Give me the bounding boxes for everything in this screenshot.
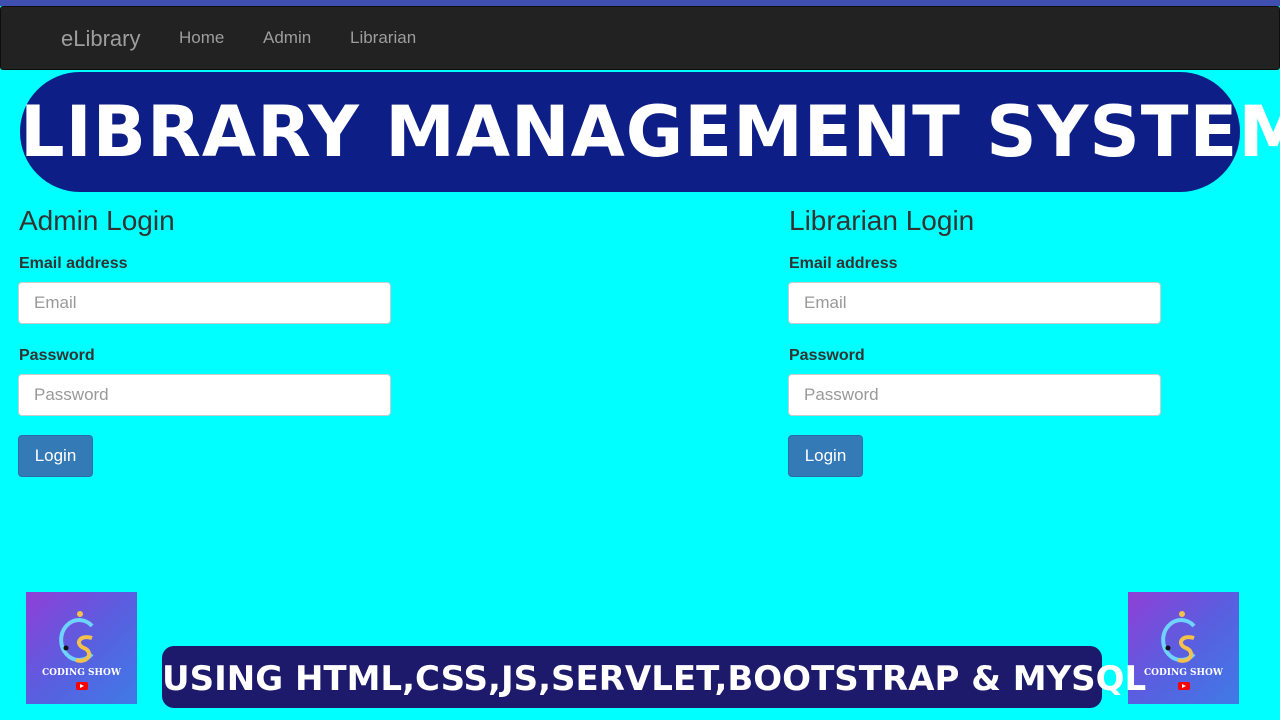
navbar: eLibrary Home Admin Librarian	[0, 6, 1280, 70]
librarian-login-button[interactable]: Login	[788, 435, 863, 477]
brand-link[interactable]: eLibrary	[61, 26, 140, 52]
admin-login-button[interactable]: Login	[18, 435, 93, 477]
nav-librarian-link[interactable]: Librarian	[350, 28, 416, 48]
admin-email-label: Email address	[19, 255, 128, 272]
channel-logo-left: CODING SHOW	[26, 592, 137, 704]
nav-admin-link[interactable]: Admin	[263, 28, 311, 48]
youtube-icon	[76, 682, 88, 690]
tech-stack-text: USING HTML,CSS,JS,SERVLET,BOOTSTRAP & MY…	[162, 659, 1147, 699]
banner-title: LIBRARY MANAGEMENT SYSTEM	[20, 91, 1280, 173]
librarian-password-label: Password	[789, 347, 865, 364]
channel-logo-text: CODING SHOW	[41, 668, 121, 678]
librarian-email-input[interactable]	[788, 282, 1161, 324]
librarian-login-title: Librarian Login	[789, 205, 975, 236]
admin-email-input[interactable]	[18, 282, 391, 324]
title-banner: LIBRARY MANAGEMENT SYSTEM	[20, 72, 1280, 192]
admin-password-label: Password	[19, 347, 95, 364]
librarian-password-input[interactable]	[788, 374, 1161, 416]
librarian-email-label: Email address	[789, 255, 898, 272]
admin-password-input[interactable]	[18, 374, 391, 416]
youtube-icon	[1178, 682, 1190, 690]
tech-stack-banner: USING HTML,CSS,JS,SERVLET,BOOTSTRAP & MY…	[162, 646, 1147, 708]
nav-home-link[interactable]: Home	[179, 28, 224, 48]
admin-login-title: Admin Login	[19, 205, 175, 236]
